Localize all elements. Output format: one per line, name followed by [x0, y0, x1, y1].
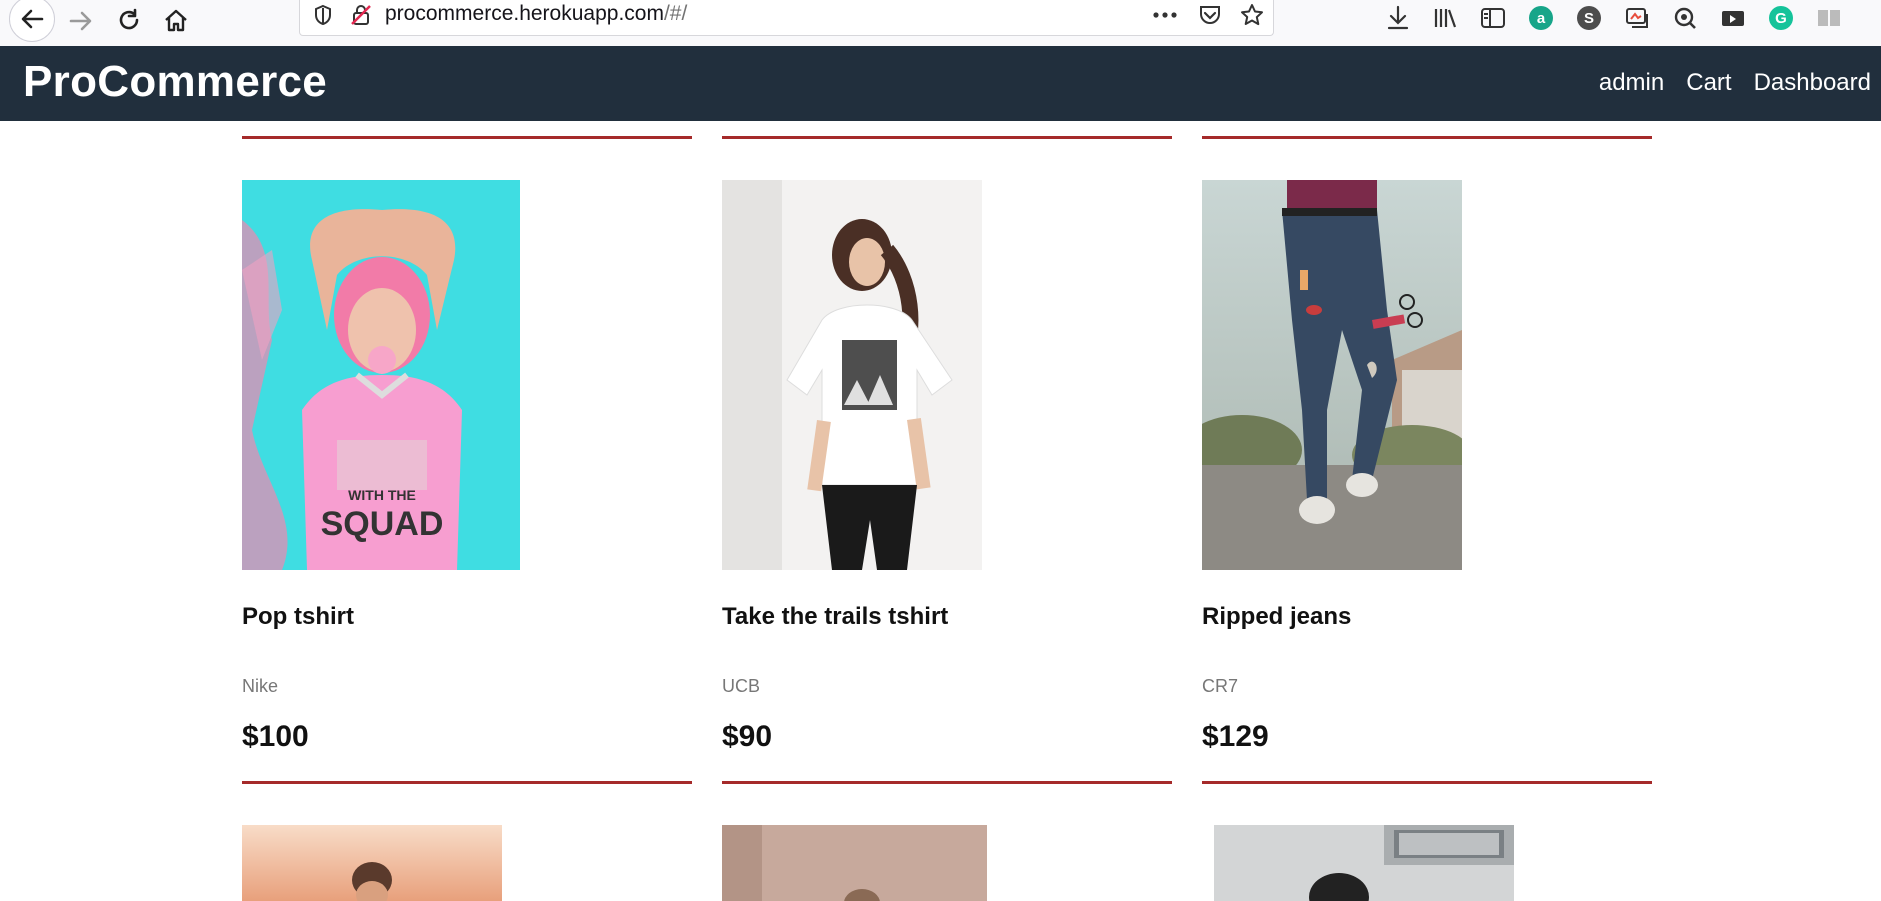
card-divider [242, 781, 692, 784]
product-brand: UCB [722, 676, 761, 696]
product-image-next-2[interactable] [722, 825, 987, 901]
product-price: $100 [242, 720, 309, 753]
page-actions-icon[interactable] [1152, 2, 1178, 28]
product-name[interactable]: Ripped jeans [1202, 603, 1351, 631]
svg-text:SQUAD: SQUAD [321, 505, 444, 543]
product-image-pop-tshirt[interactable]: WITH THE SQUAD [242, 180, 520, 570]
browser-toolbar: procommerce.herokuapp.com/#/ a S G [0, 0, 1881, 47]
card-divider [1202, 781, 1652, 784]
product-brand: Nike [242, 676, 279, 696]
downloads-icon[interactable] [1383, 3, 1413, 33]
app-navbar: ProCommerce admin Cart Dashboard [0, 46, 1881, 121]
card-divider [1202, 136, 1652, 139]
extension-s-icon[interactable]: S [1574, 3, 1604, 33]
brand-logo[interactable]: ProCommerce [23, 57, 327, 107]
product-image-take-the-trails-tshirt[interactable] [722, 180, 982, 570]
back-button[interactable] [9, 0, 55, 42]
home-button[interactable] [158, 3, 194, 39]
extension-grammarly-icon[interactable]: G [1766, 3, 1796, 33]
url-text[interactable]: procommerce.herokuapp.com/#/ [385, 2, 687, 26]
extension-media-icon[interactable] [1718, 3, 1748, 33]
address-bar[interactable]: procommerce.herokuapp.com/#/ [299, 0, 1274, 36]
product-price: $129 [1202, 720, 1269, 753]
insecure-lock-icon[interactable] [348, 2, 374, 28]
product-name[interactable]: Pop tshirt [242, 603, 354, 631]
reload-button[interactable] [111, 3, 147, 39]
arrow-left-icon [21, 9, 44, 29]
nav-dashboard-link[interactable]: Dashboard [1754, 69, 1871, 97]
reload-icon [119, 8, 139, 30]
product-image-next-1[interactable] [242, 825, 502, 901]
nav-cart-link[interactable]: Cart [1686, 69, 1731, 97]
url-host: procommerce.herokuapp.com [385, 2, 664, 25]
bookmark-star-icon[interactable] [1239, 2, 1265, 28]
arrow-right-icon [69, 11, 92, 31]
card-divider [242, 136, 692, 139]
card-divider [722, 136, 1172, 139]
extension-a-icon[interactable]: a [1526, 3, 1556, 33]
url-path: /#/ [663, 2, 688, 25]
product-price: $90 [722, 720, 773, 753]
product-image-next-3[interactable] [1214, 825, 1514, 901]
reader-view-icon[interactable] [1814, 3, 1844, 33]
sidebar-icon[interactable] [1478, 3, 1508, 33]
product-image-ripped-jeans[interactable] [1202, 180, 1462, 570]
nav-links: admin Cart Dashboard [1599, 69, 1871, 97]
home-icon [165, 9, 187, 32]
shield-icon[interactable] [310, 2, 336, 28]
svg-text:WITH THE: WITH THE [348, 487, 416, 503]
forward-button[interactable] [63, 3, 99, 39]
extension-search-icon[interactable] [1670, 3, 1700, 33]
extension-colorpicker-icon[interactable] [1622, 3, 1652, 33]
product-brand: CR7 [1202, 676, 1239, 696]
card-divider [722, 781, 1172, 784]
pocket-icon[interactable] [1197, 2, 1223, 28]
product-name[interactable]: Take the trails tshirt [722, 603, 948, 631]
library-icon[interactable] [1431, 3, 1461, 33]
nav-admin-link[interactable]: admin [1599, 69, 1664, 97]
